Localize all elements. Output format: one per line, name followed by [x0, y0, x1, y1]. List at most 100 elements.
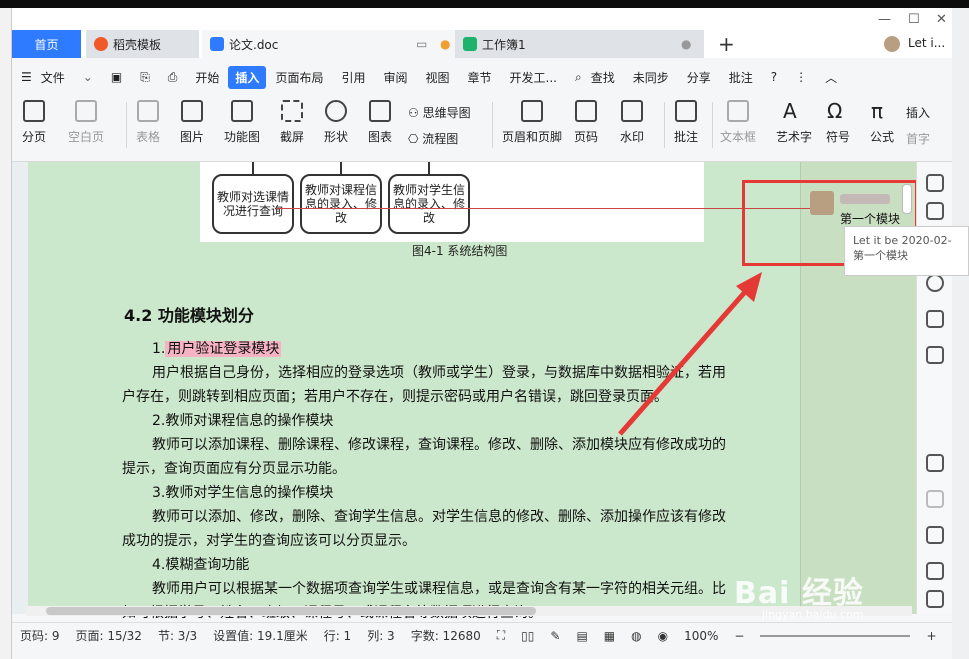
ribbon-insert: 分页 空白页 表格 图片 功能图 截屏 形状 图表 ⚇ 思维导图 ⎔ 流程图 页…	[12, 90, 952, 162]
horizontal-scroll-thumb[interactable]	[46, 607, 536, 615]
system-structure-figure[interactable]: 教师对选课情况进行查询 教师对课程信息的录入、修改 教师对学生信息的录入、修改	[200, 162, 704, 242]
export-icon[interactable]: ⎘	[131, 70, 159, 85]
menu-start[interactable]: 开始	[186, 69, 228, 86]
shape-button[interactable]: 形状	[324, 100, 348, 145]
tab-dot-icon: ●	[681, 37, 692, 51]
commented-text-highlight[interactable]: 用户验证登录模块	[165, 341, 282, 357]
menu-section[interactable]: 章节	[459, 69, 501, 86]
textbox-label: 文本框	[720, 130, 757, 144]
search-icon[interactable]: ⌕	[566, 70, 591, 85]
menu-view[interactable]: 视图	[416, 69, 458, 86]
menu-search[interactable]: 查找	[591, 69, 624, 86]
zoom-level[interactable]: 100%	[684, 629, 718, 643]
wordart-label: 艺术字	[776, 130, 813, 144]
comment-button[interactable]: 批注	[674, 100, 698, 145]
function-chart-icon	[231, 100, 253, 122]
menu-share[interactable]: 分享	[678, 69, 720, 86]
user-avatar[interactable]	[884, 36, 900, 52]
zoom-slider[interactable]	[760, 634, 911, 637]
page-view-icon[interactable]: ▤	[576, 629, 587, 643]
blank-page-button[interactable]: 空白页	[68, 100, 104, 145]
comment-scroll-thumb[interactable]	[902, 184, 912, 214]
share-icon[interactable]	[926, 562, 944, 580]
menu-references[interactable]: 引用	[332, 69, 374, 86]
edit-mode-icon[interactable]: ✎	[550, 629, 560, 643]
shapes-icon[interactable]	[926, 310, 944, 328]
zoom-in-icon[interactable]: +	[926, 629, 936, 643]
menu-file[interactable]: 文件	[41, 69, 74, 86]
outline-view-icon[interactable]: ▦	[604, 629, 615, 643]
figure-caption: 图4-1 系统结构图	[412, 244, 508, 258]
zoom-out-icon[interactable]: −	[734, 629, 744, 643]
minimize-icon[interactable]: —	[878, 12, 891, 27]
table-button[interactable]: 表格	[136, 100, 160, 145]
status-words[interactable]: 字数: 12680	[411, 627, 481, 644]
paragraph-line: 教师用户可以根据某一个数据项查询学生或课程信息，或是查询含有某一字符的相关元组。…	[152, 581, 726, 597]
hamburger-icon[interactable]: ☰	[12, 70, 41, 84]
tab-home-label: 首页	[34, 37, 59, 52]
maximize-icon[interactable]: ☐	[908, 12, 920, 27]
menu-insert[interactable]: 插入	[228, 65, 267, 89]
help-icon[interactable]: ?	[762, 70, 786, 84]
screenshot-button[interactable]: 截屏	[280, 100, 304, 145]
user-name[interactable]: Let i...	[908, 36, 945, 50]
book-view-icon[interactable]: ▯▯	[521, 629, 534, 643]
fullscreen-icon[interactable]: ⛶	[497, 628, 505, 643]
chart-label: 图表	[368, 130, 393, 144]
comment-text[interactable]: 第一个模块	[840, 210, 900, 227]
save-icon[interactable]: ▣	[102, 70, 131, 84]
page-break-button[interactable]: 分页	[22, 100, 46, 145]
close-icon[interactable]: ✕	[936, 12, 947, 27]
stats-icon[interactable]	[926, 454, 944, 472]
chevron-down-icon[interactable]: ⌄	[74, 70, 102, 84]
first-letter-button[interactable]: 首字	[906, 130, 930, 147]
page-number-button[interactable]: 页码	[574, 100, 598, 145]
watermark-button[interactable]: 水印	[620, 100, 644, 145]
mindmap-icon: ⚇	[408, 106, 423, 120]
textbox-button[interactable]: 文本框	[720, 100, 756, 145]
tab-spreadsheet-label: 工作簿1	[482, 37, 526, 52]
menu-sync[interactable]: 未同步	[624, 69, 678, 86]
settings-icon[interactable]	[926, 490, 944, 508]
mindmap-button[interactable]: ⚇ 思维导图	[408, 104, 471, 121]
insert-object-button[interactable]: 插入	[906, 104, 930, 121]
formula-button[interactable]: π 公式	[870, 100, 894, 145]
background-window-right	[952, 8, 969, 659]
tab-home[interactable]: 首页	[12, 30, 81, 58]
style-icon[interactable]	[926, 274, 944, 292]
chart-button[interactable]: 图表	[368, 100, 392, 145]
picture-button[interactable]: 图片	[180, 100, 204, 145]
wordart-button[interactable]: A 艺术字	[776, 100, 812, 145]
tab-daoke[interactable]: 稻壳模板	[86, 30, 199, 58]
web-view-icon[interactable]: ◍	[631, 629, 641, 643]
eye-protect-icon[interactable]: ◉	[658, 629, 668, 643]
collapse-ribbon-icon[interactable]: ︿	[816, 69, 846, 86]
layers-icon[interactable]	[926, 346, 944, 364]
sidebar-menu-icon[interactable]	[926, 174, 944, 192]
flowchart-button[interactable]: ⎔ 流程图	[408, 130, 458, 147]
more-icon[interactable]: ⋮	[786, 70, 816, 84]
header-footer-button[interactable]: 页眉和页脚	[502, 100, 562, 145]
window-icon[interactable]: ▭	[416, 37, 427, 51]
figure-box: 教师对课程信息的录入、修改	[300, 174, 382, 234]
function-chart-button[interactable]: 功能图	[224, 100, 260, 145]
menu-page-layout[interactable]: 页面布局	[266, 69, 332, 86]
menu-review[interactable]: 审阅	[374, 69, 416, 86]
menu-bar: ☰ 文件 ⌄ ▣ ⎘ ⎙ 开始 插入 页面布局 引用 审阅 视图 章节 开发工.…	[12, 64, 952, 90]
tab-document[interactable]: 论文.doc ▭ ●	[202, 30, 457, 58]
pen-icon[interactable]	[926, 202, 944, 220]
image-icon[interactable]	[926, 526, 944, 544]
new-tab-button[interactable]: +	[718, 32, 735, 56]
tab-spreadsheet[interactable]: 工作簿1 ●	[455, 30, 704, 58]
menu-developer[interactable]: 开发工...	[501, 69, 566, 86]
menu-annotate[interactable]: 批注	[720, 69, 762, 86]
print-icon[interactable]: ⎙	[159, 70, 187, 85]
comment-icon	[675, 100, 697, 122]
status-pages[interactable]: 页面: 15/32	[76, 627, 142, 644]
status-row: 行: 1	[323, 629, 352, 643]
symbol-button[interactable]: Ω 符号	[826, 100, 850, 145]
watermark-icon	[621, 100, 643, 122]
translate-icon[interactable]	[926, 590, 944, 608]
table-label: 表格	[136, 130, 161, 144]
annotation-arrow	[618, 272, 762, 436]
